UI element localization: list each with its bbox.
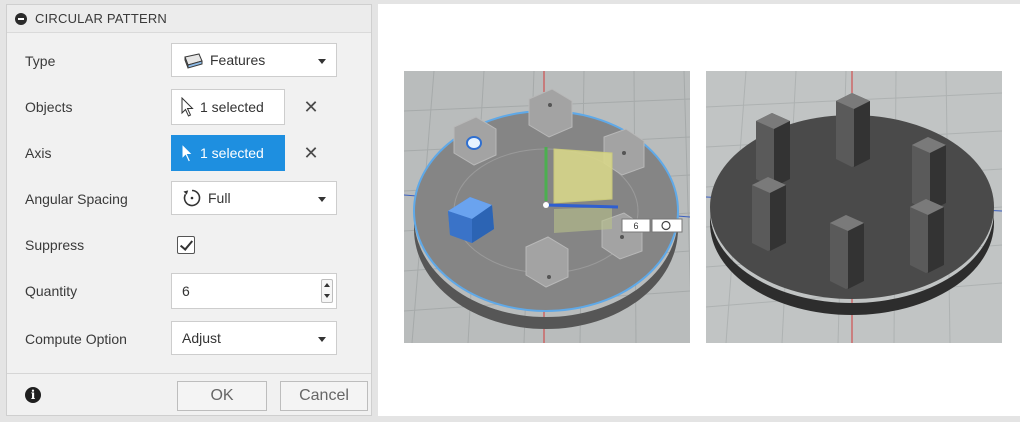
compute-option-dropdown[interactable]: Adjust [171,321,337,355]
suppress-checkbox[interactable] [177,236,195,254]
dialog-title: CIRCULAR PATTERN [35,11,168,26]
info-icon[interactable]: i [25,387,41,403]
type-dropdown[interactable]: Features [171,43,337,77]
objects-clear-button[interactable]: ✕ [301,97,321,117]
type-row: Type Features [7,39,371,83]
quantity-value: 6 [182,283,190,299]
ok-button[interactable]: OK [177,381,267,411]
viewport-area: 6 [378,4,1020,416]
suppress-row: Suppress [7,223,371,267]
features-icon [184,53,203,69]
quantity-row: Quantity 6 [7,269,371,313]
axis-value: 1 selected [200,145,264,161]
pattern-preview-canvas[interactable]: 6 [404,71,690,343]
cursor-arrow-icon [181,97,194,117]
cursor-arrow-icon [181,143,194,163]
angular-spacing-row: Angular Spacing Full [7,177,371,221]
objects-value: 1 selected [200,99,264,115]
axis-row: Axis 1 selected ✕ [7,131,371,175]
dialog-footer: i OK Cancel [7,373,371,415]
cancel-button[interactable]: Cancel [280,381,368,411]
spin-up-icon[interactable] [324,283,330,287]
objects-selection[interactable]: 1 selected [171,89,285,125]
quantity-spin-buttons[interactable] [321,279,333,303]
axis-label: Axis [25,145,52,161]
compute-option-value: Adjust [182,330,221,346]
chevron-down-icon [318,59,326,64]
quantity-stepper[interactable]: 6 [171,273,337,309]
screenshot-frame: CIRCULAR PATTERN Type Features Objects 1… [0,0,1020,422]
type-label: Type [25,53,56,69]
viewport-pattern-preview[interactable]: 6 [404,71,690,343]
dialog-header[interactable]: CIRCULAR PATTERN [7,5,371,33]
manipulator-value[interactable]: 6 [633,221,638,231]
chevron-down-icon [318,197,326,202]
spin-down-icon[interactable] [324,294,330,298]
chevron-down-icon [318,337,326,342]
suppress-label: Suppress [25,237,85,253]
compute-option-label: Compute Option [25,331,127,347]
compute-option-row: Compute Option Adjust [7,317,371,361]
type-value: Features [210,52,266,68]
pattern-result-canvas[interactable] [706,71,1002,343]
full-rotation-icon [183,189,201,207]
angular-spacing-dropdown[interactable]: Full [171,181,337,215]
viewport-pattern-result[interactable] [706,71,1002,343]
collapse-icon[interactable] [15,12,27,25]
angular-spacing-label: Angular Spacing [25,191,128,207]
objects-row: Objects 1 selected ✕ [7,85,371,129]
axis-selection[interactable]: 1 selected [171,135,285,171]
objects-label: Objects [25,99,73,115]
circular-pattern-dialog: CIRCULAR PATTERN Type Features Objects 1… [6,4,372,416]
quantity-label: Quantity [25,283,78,299]
axis-clear-button[interactable]: ✕ [301,143,321,163]
angular-spacing-value: Full [208,190,231,206]
